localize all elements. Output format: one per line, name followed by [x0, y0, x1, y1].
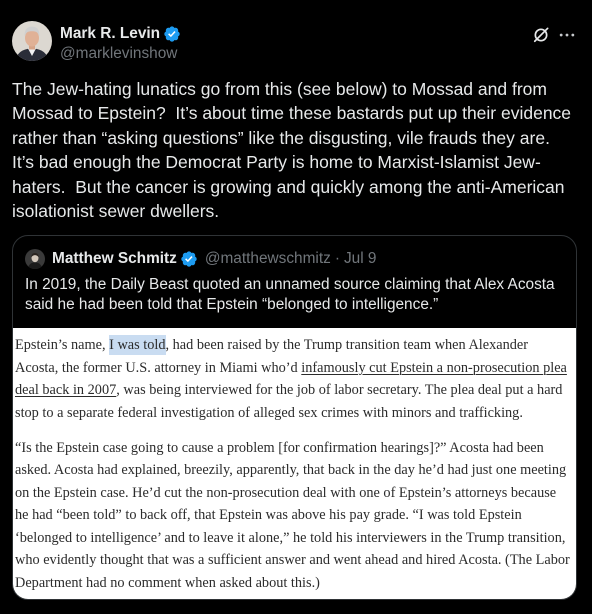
quoted-post-card[interactable]: Matthew Schmitz @matthewschmitz · Jul 9 … [12, 235, 577, 600]
excerpt-link-text: deal back in 2007 [15, 382, 117, 398]
author-name-row: Mark R. Levin [60, 25, 181, 43]
excerpt-line: he had “been told” to back off, that Eps… [15, 507, 522, 524]
excerpt-text: Epstein’s name, [15, 337, 110, 353]
excerpt-paragraph: Epstein’s name, I was told, had been rai… [15, 334, 576, 424]
excerpt-paragraph: “Is the Epstein case going to cause a pr… [15, 437, 576, 595]
quoted-post-meta: @matthewschmitz · Jul 9 [205, 249, 377, 269]
article-excerpt: Epstein’s name, I was told, had been rai… [13, 328, 576, 594]
post-text-line: Mossad to Epstein? It’s about time these… [12, 103, 572, 124]
quoted-author-name: Matthew Schmitz [52, 250, 177, 267]
quoted-author-avatar [25, 249, 45, 269]
excerpt-text: Acosta, the former U.S. attorney in Miam… [15, 359, 302, 376]
author-avatar[interactable] [12, 21, 52, 61]
quoted-post-text: In 2019, the Daily Beast quoted an unnam… [25, 275, 555, 315]
author-handle[interactable]: @marklevinshow [60, 45, 177, 63]
verified-badge-icon [181, 251, 197, 267]
quoted-post-image[interactable]: Epstein’s name, I was told, had been rai… [13, 328, 576, 599]
excerpt-text: stop to a separate federal investigation… [15, 404, 523, 421]
excerpt-line: Acosta, the former U.S. attorney in Miam… [15, 357, 576, 380]
author-name[interactable]: Mark R. Levin [60, 25, 160, 43]
excerpt-line: ‘belonged to intelligence’ and to leave … [15, 529, 566, 546]
excerpt-line: deal back in 2007, was being interviewed… [15, 379, 576, 402]
author-avatar-image [12, 21, 52, 61]
excerpt-line: stop to a separate federal investigation… [15, 402, 576, 425]
grok-icon[interactable] [531, 25, 551, 45]
quoted-post-date: Jul 9 [343, 250, 377, 267]
more-horizontal-icon[interactable] [557, 25, 577, 45]
excerpt-text: , had been raised by the Trump transitio… [165, 337, 529, 353]
excerpt-link-text: infamously cut Epstein a non-prosecution… [301, 359, 567, 376]
excerpt-line: Epstein’s name, I was told, had been rai… [15, 334, 576, 357]
quoted-text-line: In 2019, the Daily Beast quoted an unnam… [25, 276, 555, 293]
excerpt-text: , was being interviewed for the job of l… [116, 382, 563, 398]
excerpt-line: on the Epstein case. He’d cut the non-pr… [15, 484, 557, 501]
meta-separator: · [334, 250, 340, 267]
post-text-line: haters. But the cancer is growing and qu… [12, 176, 565, 197]
excerpt-line: Department had no comment when asked abo… [15, 574, 320, 591]
quoted-post-header: Matthew Schmitz @matthewschmitz · Jul 9 [25, 249, 376, 269]
post-text-line: The Jew-hating lunatics go from this (se… [12, 79, 547, 99]
quoted-author-handle: @matthewschmitz [204, 250, 331, 267]
post-text-line: rather than “asking questions” like the … [12, 127, 550, 148]
excerpt-line: asked. Acosta had explained, breezily, a… [15, 462, 567, 479]
post-text-line: isolationist sewer dwellers. [12, 200, 220, 221]
post-text: The Jew-hating lunatics go from this (se… [12, 77, 571, 223]
quoted-text-line: said he had been told that Epstein “belo… [25, 296, 439, 313]
verified-badge-icon[interactable] [163, 25, 181, 43]
excerpt-line: who evidently thought that was a suffici… [15, 552, 570, 569]
post-text-line: It’s bad enough the Democrat Party is ho… [12, 152, 541, 173]
excerpt-line: “Is the Epstein case going to cause a pr… [15, 439, 544, 456]
highlighted-text: I was told [109, 335, 166, 355]
